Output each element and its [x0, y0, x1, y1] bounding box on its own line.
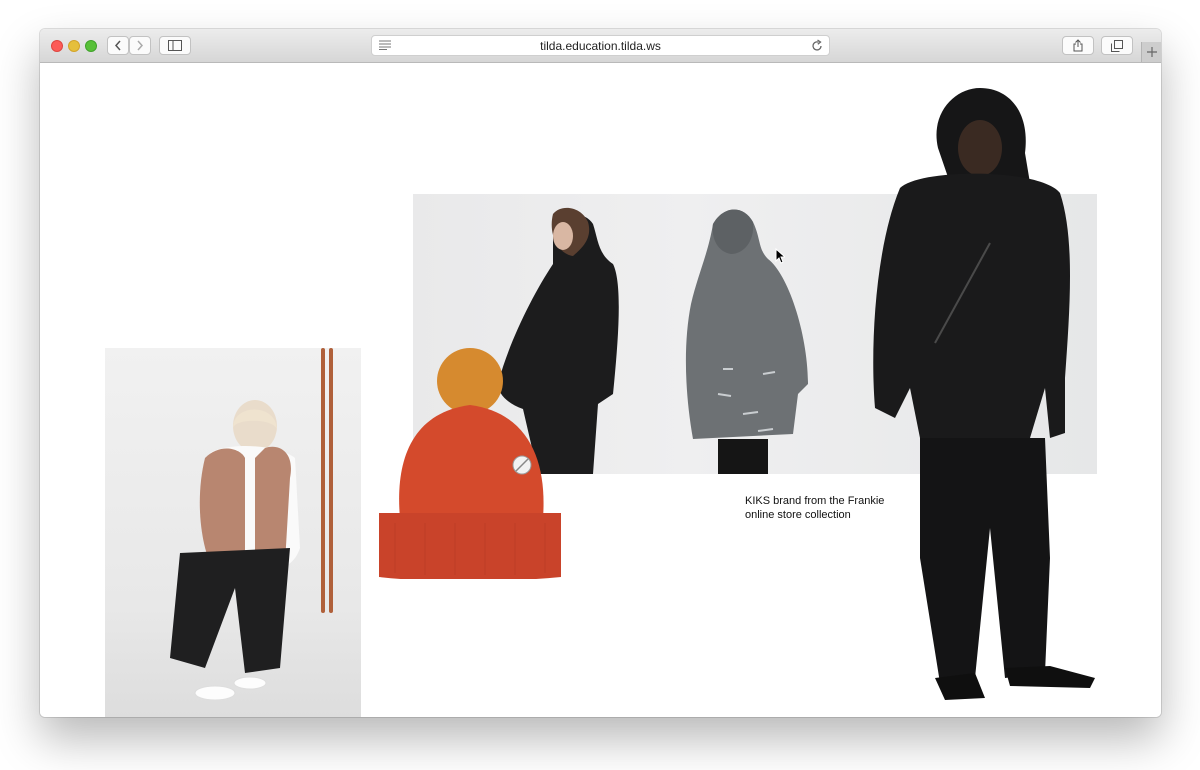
sidebar-icon	[168, 40, 182, 51]
zoom-window-button[interactable]	[85, 40, 97, 52]
sidebar-button[interactable]	[159, 36, 191, 55]
url-text: tilda.education.tilda.ws	[540, 39, 661, 53]
plus-icon	[1146, 47, 1157, 57]
share-icon	[1073, 39, 1083, 52]
chevron-right-icon	[137, 40, 144, 51]
address-bar[interactable]: tilda.education.tilda.ws	[371, 35, 830, 56]
minimize-window-button[interactable]	[68, 40, 80, 52]
forward-button[interactable]	[129, 36, 151, 55]
woman-in-fur-vest-illustration	[170, 400, 300, 701]
back-button[interactable]	[107, 36, 129, 55]
trousers-shape	[920, 438, 1050, 683]
browser-toolbar: tilda.education.tilda.ws	[40, 29, 1161, 63]
pompom-shape	[437, 348, 503, 414]
face-shape	[958, 120, 1002, 176]
mouse-cursor-icon	[775, 248, 785, 264]
tabs-overview-button[interactable]	[1101, 36, 1133, 55]
new-tab-button[interactable]	[1141, 42, 1161, 62]
tabs-icon	[1111, 39, 1123, 52]
hooded-model-image	[873, 88, 1095, 700]
beanie-cuff-shape	[379, 513, 561, 579]
page-content: KIKS brand from the Frankie online store…	[40, 63, 1161, 717]
red-beanie-image	[379, 348, 561, 579]
browser-window: tilda.education.tilda.ws KIKS brand from…	[40, 29, 1161, 717]
reload-icon[interactable]	[811, 39, 823, 52]
share-button[interactable]	[1062, 36, 1094, 55]
jacket-shape	[873, 173, 1070, 438]
product-caption: KIKS brand from the Frankie online store…	[745, 495, 885, 521]
fur-vest-photo	[105, 348, 361, 717]
close-window-button[interactable]	[51, 40, 63, 52]
chevron-left-icon	[114, 40, 121, 51]
